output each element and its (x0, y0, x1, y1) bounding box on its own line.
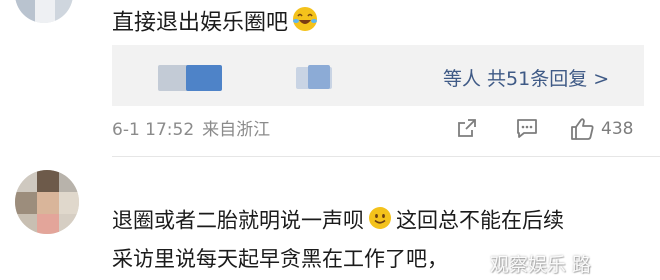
comment-meta: 6-1 17:52 来自浙江 (112, 119, 270, 141)
blurred-username (186, 65, 222, 91)
comment-divider (112, 156, 660, 157)
comment-date: 6-1 17:52 (112, 120, 195, 140)
like-count: 438 (601, 119, 634, 139)
user-avatar[interactable] (15, 0, 73, 23)
comment-feed: 直接退出娱乐圈吧 等人 共51条回复 > 6-1 17:52 来自浙江 438 … (0, 0, 660, 280)
share-button[interactable] (456, 117, 478, 139)
comment-text-line-1: 退圈或者二胎就明说一声呗 这回总不能在后续 (112, 206, 564, 237)
replies-preview[interactable]: 等人 共51条回复 > (112, 45, 644, 106)
comment-text-line-2: 采访里说每天起早贪黑在工作了吧， (112, 245, 448, 273)
comment-location: 来自浙江 (202, 120, 271, 140)
comment-body-part-3: 采访里说每天起早贪黑在工作了吧， (112, 247, 448, 271)
user-avatar[interactable] (15, 170, 79, 234)
comment-body-part-2: 这回总不能在后续 (396, 208, 564, 233)
replies-summary-text: 等人 共51条回复 (443, 68, 588, 90)
blurred-username (308, 65, 330, 89)
thumbs-up-icon (569, 117, 595, 141)
view-replies-link[interactable]: 等人 共51条回复 > (443, 67, 609, 91)
comment-icon (515, 117, 539, 139)
reply-button[interactable] (515, 117, 539, 139)
like-button[interactable]: 438 (569, 117, 633, 141)
comment-body-part-1: 退圈或者二胎就明说一声呗 (112, 208, 364, 233)
chevron-right-icon: > (593, 68, 610, 90)
laughing-tears-emoji-icon (292, 6, 318, 41)
share-icon (456, 117, 478, 139)
comment-text: 直接退出娱乐圈吧 (112, 6, 318, 41)
watermark: 观察娱乐 路 (490, 254, 592, 276)
comment-body: 直接退出娱乐圈吧 (112, 10, 289, 36)
smiley-emoji-icon (368, 206, 392, 237)
